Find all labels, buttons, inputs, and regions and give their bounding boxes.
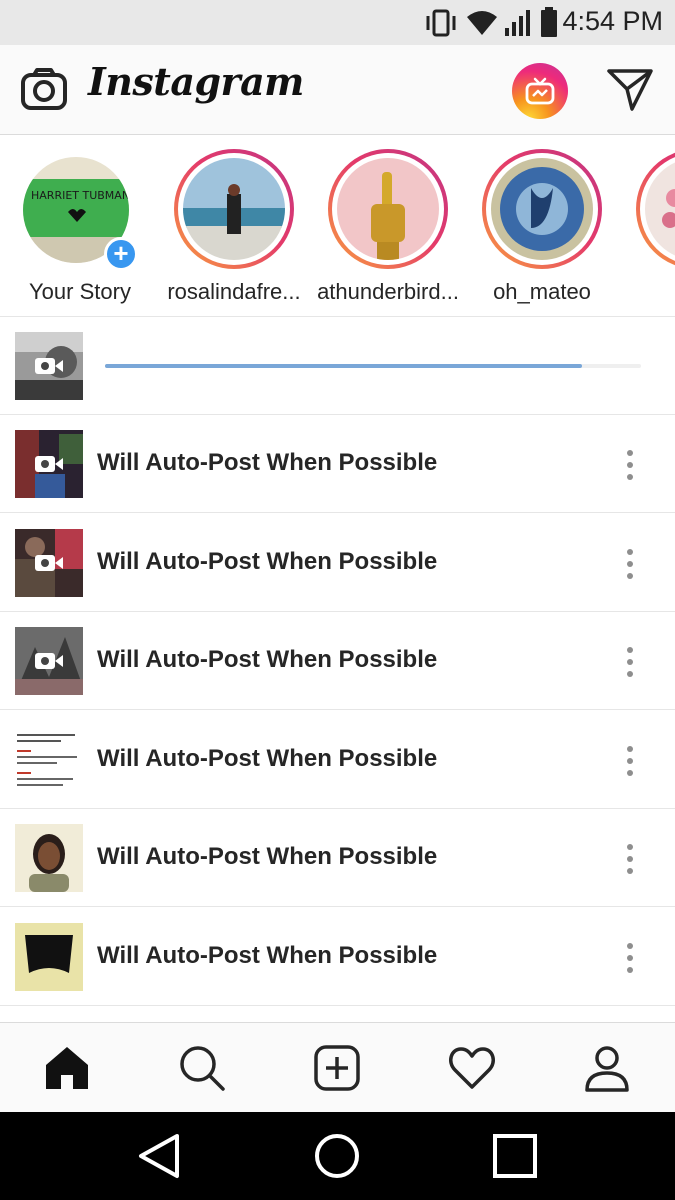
more-options-icon[interactable]: [618, 644, 642, 680]
upload-progress-fill: [105, 364, 583, 368]
home-icon[interactable]: [42, 1043, 92, 1093]
auto-post-label: Will Auto-Post When Possible: [97, 449, 438, 476]
upload-progress-bar: [105, 364, 641, 368]
recents-icon[interactable]: [491, 1132, 539, 1180]
search-icon[interactable]: [177, 1043, 227, 1093]
upload-progress-row: [0, 317, 675, 415]
profile-icon[interactable]: [582, 1043, 632, 1093]
add-story-icon[interactable]: +: [104, 237, 138, 271]
post-thumbnail: [15, 529, 83, 597]
app-header: Instagram: [0, 45, 675, 135]
story-name: rosalindafre...: [167, 279, 301, 304]
video-icon: [35, 456, 63, 472]
auto-post-label: Will Auto-Post When Possible: [97, 745, 438, 772]
post-thumbnail: [15, 726, 83, 794]
story-ring: [636, 149, 675, 269]
post-thumbnail: [15, 430, 83, 498]
more-options-icon[interactable]: [618, 940, 642, 976]
bottom-nav: [0, 1022, 675, 1112]
post-thumbnail: [15, 923, 83, 991]
story-avatar: [337, 158, 439, 260]
more-options-icon[interactable]: [618, 743, 642, 779]
auto-post-label: Will Auto-Post When Possible: [97, 548, 438, 575]
more-options-icon[interactable]: [618, 546, 642, 582]
story-avatar: [491, 158, 593, 260]
story-ring: [174, 149, 294, 269]
story-name: athunderbird...: [317, 279, 459, 304]
more-options-icon[interactable]: [618, 841, 642, 877]
video-icon: [35, 358, 63, 374]
status-time: 4:54 PM: [562, 6, 663, 36]
video-icon: [35, 555, 63, 571]
new-post-icon[interactable]: [312, 1043, 362, 1093]
back-icon[interactable]: [135, 1132, 183, 1180]
story-ring: [328, 149, 448, 269]
wifi-icon: [467, 11, 497, 35]
battery-icon: [541, 7, 557, 37]
android-nav-bar: [0, 1112, 675, 1200]
stories-tray[interactable]: HARRIET TUBMAN + Your Story rosalindafre…: [0, 135, 675, 317]
svg-text:HARRIET TUBMAN: HARRIET TUBMAN: [31, 189, 129, 202]
story-avatar: [183, 158, 285, 260]
post-thumbnail: [15, 824, 83, 892]
home-circle-icon[interactable]: [313, 1132, 361, 1180]
pending-post-row[interactable]: Will Auto-Post When Possible: [0, 514, 675, 612]
auto-post-label: Will Auto-Post When Possible: [97, 942, 438, 969]
story-name: de: [620, 279, 675, 305]
status-bar: 4:54 PM: [0, 0, 675, 45]
pending-post-row[interactable]: Will Auto-Post When Possible: [0, 711, 675, 809]
pending-post-row[interactable]: Will Auto-Post When Possible: [0, 809, 675, 907]
video-icon: [35, 653, 63, 669]
direct-message-icon[interactable]: [606, 67, 654, 113]
vibrate-icon: [426, 9, 456, 37]
igtv-icon[interactable]: [512, 63, 568, 119]
story-ring: [482, 149, 602, 269]
more-options-icon[interactable]: [618, 447, 642, 483]
upload-thumbnail: [15, 332, 83, 400]
pending-post-row[interactable]: Will Auto-Post When Possible: [0, 612, 675, 710]
story-name: oh_mateo: [493, 279, 591, 304]
instagram-logo: Instagram: [88, 59, 304, 104]
camera-icon[interactable]: [20, 67, 68, 111]
pending-post-row[interactable]: Will Auto-Post When Possible: [0, 908, 675, 1006]
story-name: Your Story: [29, 279, 131, 304]
activity-heart-icon[interactable]: [447, 1043, 497, 1093]
pending-post-row[interactable]: Will Auto-Post When Possible: [0, 415, 675, 513]
story-avatar: [645, 158, 675, 260]
auto-post-label: Will Auto-Post When Possible: [97, 646, 438, 673]
signal-icon: [505, 10, 530, 36]
auto-post-label: Will Auto-Post When Possible: [97, 843, 438, 870]
post-thumbnail: [15, 627, 83, 695]
